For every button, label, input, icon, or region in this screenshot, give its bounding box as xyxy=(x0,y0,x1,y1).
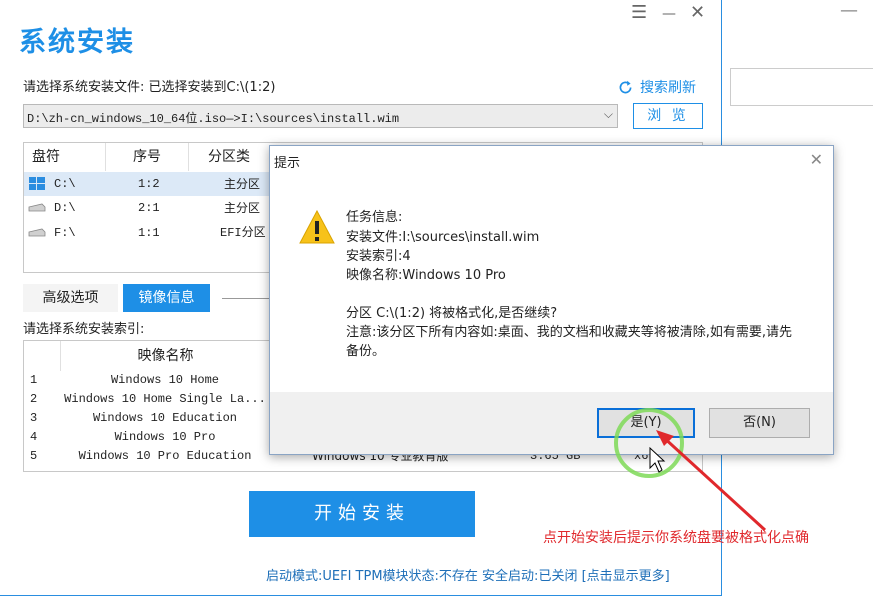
minimize-icon[interactable]: — xyxy=(662,6,676,22)
drive-icon xyxy=(28,228,46,237)
dialog-message-line: 安装索引:4 xyxy=(346,249,411,264)
dialog-close-icon[interactable]: ✕ xyxy=(810,150,823,169)
no-button[interactable]: 否(N) xyxy=(709,408,810,438)
dialog-message-line: 注意:该分区下所有内容如:桌面、我的文档和收藏夹等将被清除,如有需要,请先 xyxy=(346,325,793,340)
image-name: Windows 10 Pro xyxy=(114,430,216,444)
partition-index: 1:1 xyxy=(138,226,160,240)
refresh-label: 搜索刷新 xyxy=(640,80,696,96)
warning-icon xyxy=(299,209,335,244)
image-name: Windows 10 Pro Education xyxy=(78,449,252,463)
dialog-message-line: 安装文件:I:\sources\install.wim xyxy=(346,230,540,245)
dialog-message-line: 备份。 xyxy=(346,344,386,359)
source-path-select[interactable]: D:\zh-cn_windows_10_64位.iso—>I:\sources\… xyxy=(23,104,618,128)
close-icon[interactable]: ✕ xyxy=(690,2,705,23)
refresh-icon xyxy=(619,80,632,93)
partition-type: 主分区 xyxy=(224,201,261,215)
column-header-drive: 盘符 xyxy=(24,143,106,171)
dialog-message-line: 分区 C:\(1:2) 将被格式化,是否继续? xyxy=(346,306,558,321)
status-bar[interactable]: 启动模式:UEFI TPM模块状态:不存在 安全启动:已关闭 [点击显示更多] xyxy=(266,565,670,584)
yes-button[interactable]: 是(Y) xyxy=(597,408,695,438)
image-index-label: 请选择系统安装索引: xyxy=(23,322,145,337)
column-header-index: 序号 xyxy=(106,143,189,171)
dialog-message-line: 任务信息: xyxy=(346,210,403,225)
background-window-field xyxy=(730,68,873,106)
image-number: 2 xyxy=(30,392,38,406)
image-name: Windows 10 Home Single La... xyxy=(64,392,266,406)
column-header-image-name: 映像名称 xyxy=(60,341,270,371)
tab-advanced[interactable]: 高级选项 xyxy=(23,284,118,312)
image-number: 5 xyxy=(30,449,38,463)
partition-type: EFI分区 xyxy=(220,226,266,240)
partition-type: 主分区 xyxy=(224,177,261,191)
drive-letter: F:\ xyxy=(54,226,76,240)
confirm-dialog: 提示 ✕ 任务信息: 安装文件:I:\sources\install.wim 安… xyxy=(269,145,834,455)
refresh-button[interactable]: 搜索刷新 xyxy=(617,77,696,97)
source-label: 请选择系统安装文件: 已选择安装到C:\(1:2) xyxy=(23,80,276,95)
browse-button[interactable]: 浏 览 xyxy=(633,103,703,129)
dialog-title: 提示 xyxy=(274,156,301,171)
source-path-value: D:\zh-cn_windows_10_64位.iso—>I:\sources\… xyxy=(27,112,400,126)
image-number: 1 xyxy=(30,373,38,387)
image-number: 3 xyxy=(30,411,38,425)
menu-icon[interactable]: ☰ xyxy=(631,2,647,23)
tab-image-info[interactable]: 镜像信息 xyxy=(123,284,210,312)
windows-drive-icon xyxy=(29,177,45,190)
drive-letter: C:\ xyxy=(54,177,76,191)
drive-icon xyxy=(28,203,46,212)
partition-index: 2:1 xyxy=(138,201,160,215)
drive-letter: D:\ xyxy=(54,201,76,215)
dialog-message-line: 映像名称:Windows 10 Pro xyxy=(346,268,506,283)
image-name: Windows 10 Education xyxy=(92,411,238,425)
annotation-text: 点开始安装后提示你系统盘要被格式化点确 xyxy=(543,530,809,546)
chevron-down-icon[interactable]: ⌵ xyxy=(604,107,613,122)
image-number: 4 xyxy=(30,430,38,444)
image-name: Windows 10 Home xyxy=(110,373,220,387)
column-header-type: 分区类 xyxy=(208,149,250,165)
background-minimize-icon: — xyxy=(840,0,858,21)
app-title: 系统安装 xyxy=(19,27,135,58)
start-install-button[interactable]: 开始安装 xyxy=(249,491,475,537)
partition-index: 1:2 xyxy=(138,177,160,191)
